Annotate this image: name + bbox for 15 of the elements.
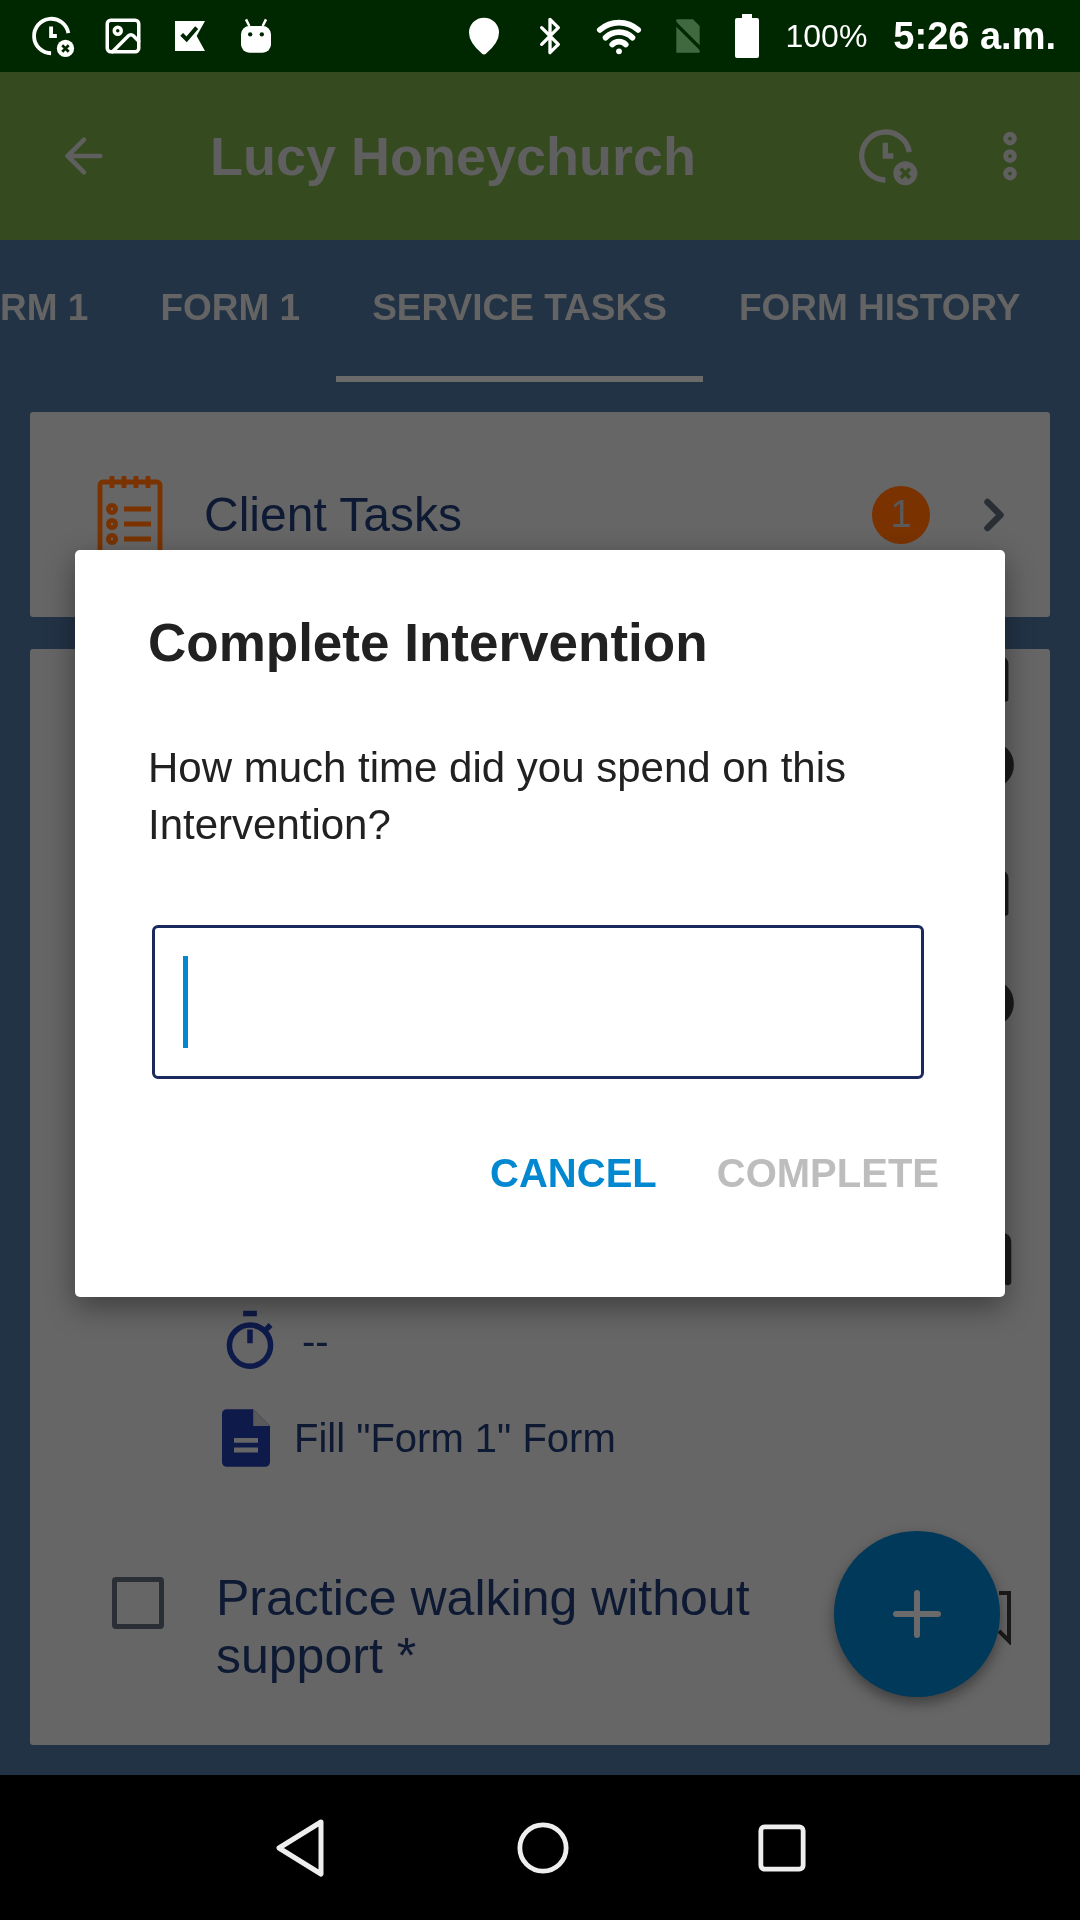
tab[interactable]: RM 1 (0, 240, 125, 382)
tab[interactable]: SERVICE TASKS (336, 240, 703, 382)
dialog-title: Complete Intervention (148, 612, 709, 673)
clock-time: 5:26 a.m. (893, 14, 1056, 58)
dialog-message: How much time did you spend on this Intervention? (148, 743, 848, 850)
battery-percent: 100% (785, 17, 868, 55)
duration-text: -- (302, 1318, 329, 1364)
tab[interactable]: FORM HISTORY (702, 240, 1057, 382)
dialog-button[interactable]: CANCEL (482, 1139, 665, 1208)
client-name-title: Lucy Honeychurch (210, 125, 698, 187)
task-title: Practice walking without support * (216, 1569, 751, 1685)
count-badge: 1 (872, 485, 930, 544)
tab[interactable]: FORM 1 (124, 240, 337, 382)
client-tasks-title: Client Tasks (204, 487, 463, 542)
form-link-text[interactable]: Fill "Form 1" Form (294, 1415, 616, 1461)
